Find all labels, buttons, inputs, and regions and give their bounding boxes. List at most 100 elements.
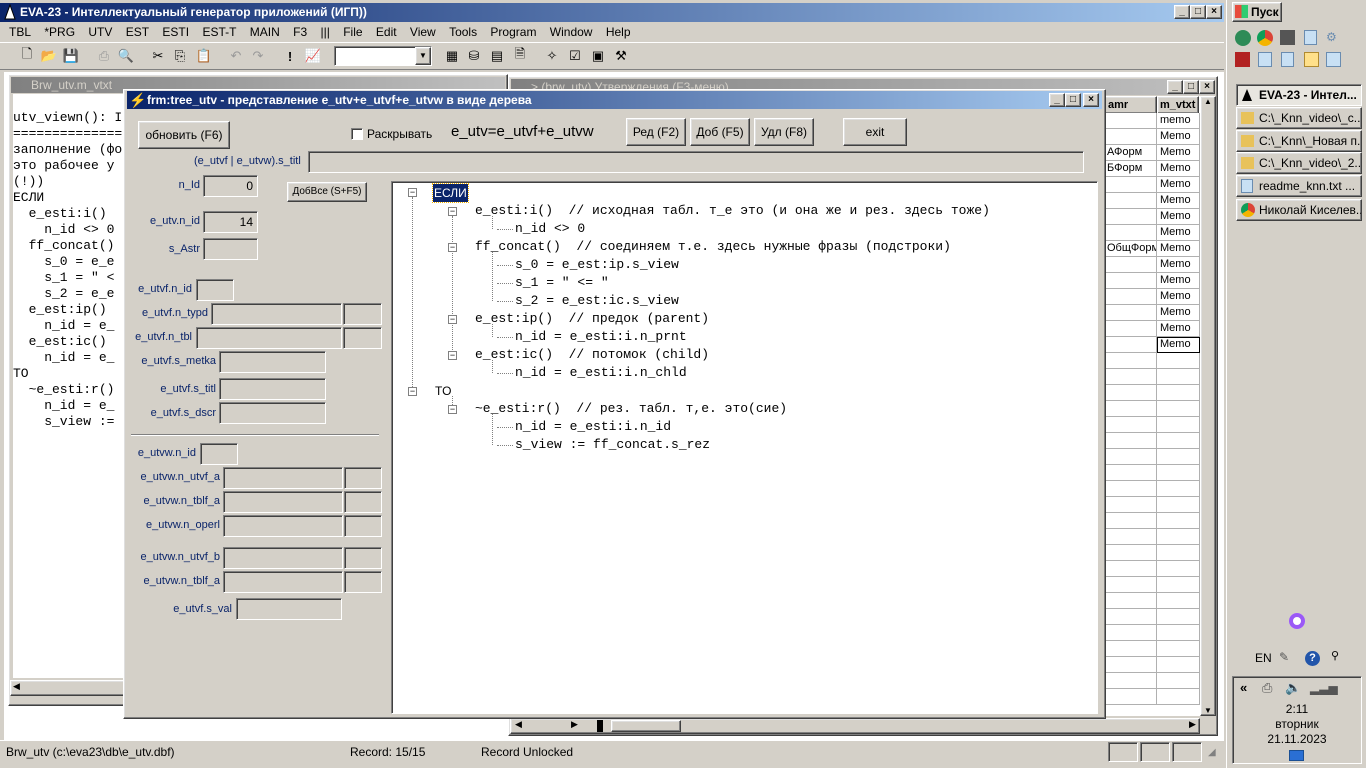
collapse-icon[interactable]: −	[408, 188, 417, 197]
cut-icon[interactable]: ✂	[147, 45, 169, 67]
menu-tools[interactable]: Tools	[444, 22, 482, 42]
quicklaunch-settings-icon[interactable]: ⚙	[1326, 30, 1341, 45]
chevron-right-icon[interactable]: ▶	[571, 719, 578, 730]
grid-cell-amr[interactable]	[1104, 273, 1157, 289]
utvf-s-val-field[interactable]	[236, 598, 342, 620]
tree-node-if[interactable]: ЕСЛИ	[432, 183, 469, 203]
utvf-n-tbl-extra[interactable]	[343, 327, 382, 349]
grid-cell-vtxt[interactable]: Memo	[1157, 273, 1200, 289]
collapse-icon[interactable]: −	[448, 351, 457, 360]
quicklaunch-browser-icon[interactable]	[1235, 30, 1251, 46]
grid-cell-empty[interactable]	[1157, 657, 1200, 673]
n-id-field[interactable]: 0	[203, 175, 258, 197]
grid-cell-empty[interactable]	[1104, 417, 1157, 433]
refresh-button[interactable]: обновить (F6)	[138, 121, 230, 149]
grid-header-amr[interactable]: amr	[1104, 96, 1157, 114]
grid-cell-empty[interactable]	[1157, 513, 1200, 529]
grid-cell-amr[interactable]	[1104, 129, 1157, 145]
tray-expand-icon[interactable]: «	[1240, 680, 1247, 695]
grid-vscrollbar[interactable]: ▲ ▼	[1200, 96, 1216, 716]
tree-node[interactable]: s_view := ff_concat.s_rez	[515, 436, 710, 454]
grid-cell-vtxt[interactable]: Memo	[1157, 161, 1200, 177]
database-icon[interactable]: ⛁	[463, 45, 485, 67]
grid-cell-vtxt[interactable]: Memo	[1157, 225, 1200, 241]
grid-cell-empty[interactable]	[1104, 529, 1157, 545]
grid-cell-empty[interactable]	[1104, 657, 1157, 673]
grid-cell-vtxt[interactable]: Memo	[1157, 321, 1200, 337]
close-icon[interactable]: ×	[1199, 80, 1215, 94]
utvw-n-id-field[interactable]	[200, 443, 238, 465]
grid-cell-amr[interactable]	[1104, 225, 1157, 241]
tree-view[interactable]	[391, 181, 1098, 714]
grid-cell-amr[interactable]: ОбщФорм	[1104, 241, 1157, 257]
utvw-n-tblf-a-extra[interactable]	[344, 491, 382, 513]
minimize-icon[interactable]: _	[1167, 80, 1183, 94]
grid-cell-vtxt[interactable]: Memo	[1157, 209, 1200, 225]
grid-cell-empty[interactable]	[1157, 689, 1200, 705]
grid-cell-vtxt[interactable]: Memo	[1157, 145, 1200, 161]
quicklaunch-calc-icon[interactable]	[1281, 52, 1294, 67]
grid-cell-vtxt[interactable]: Memo	[1157, 177, 1200, 193]
grid-cell-empty[interactable]	[1157, 481, 1200, 497]
grid-cell-empty[interactable]	[1157, 641, 1200, 657]
network-icon[interactable]: ▂▃▅	[1310, 681, 1338, 695]
grid-cell-empty[interactable]	[1104, 625, 1157, 641]
expand-checkbox[interactable]	[351, 128, 363, 140]
grid-cell-empty[interactable]	[1157, 593, 1200, 609]
grid-cell-empty[interactable]	[1104, 641, 1157, 657]
exit-button[interactable]: exit	[843, 118, 907, 146]
tree-node[interactable]: e_est:ic() // потомок (child)	[475, 346, 709, 364]
grid-cell-empty[interactable]	[1104, 673, 1157, 689]
quicklaunch-notes-icon[interactable]	[1304, 30, 1317, 45]
grid-hscrollbar[interactable]: ◀ ▶ ▶	[510, 718, 1200, 734]
menu-help[interactable]: Help	[601, 22, 636, 42]
grid-cell-vtxt[interactable]: Memo	[1157, 129, 1200, 145]
assistant-icon[interactable]	[1289, 613, 1305, 629]
language-indicator[interactable]: EN	[1255, 651, 1272, 665]
utvf-s-titl-field[interactable]	[219, 378, 326, 400]
s-astr-field[interactable]	[203, 238, 258, 260]
grid-cell-vtxt[interactable]: Memo	[1157, 337, 1200, 353]
chevron-right-icon[interactable]: ▶	[1189, 719, 1196, 730]
pin-icon[interactable]: ⚲	[1331, 649, 1339, 662]
app-titlebar[interactable]: EVA-23 - Интеллектуальный генератор прил…	[0, 3, 1224, 22]
grid-cell-empty[interactable]	[1104, 481, 1157, 497]
tree-node[interactable]: s_1 = " <= "	[515, 274, 609, 292]
volume-icon[interactable]: 🔈	[1285, 680, 1301, 696]
close-icon[interactable]: ×	[1083, 93, 1099, 107]
collapse-icon[interactable]: −	[448, 207, 457, 216]
chart-icon[interactable]: 📈	[302, 45, 324, 67]
grid-cell-empty[interactable]	[1157, 449, 1200, 465]
grid-cell-empty[interactable]	[1104, 609, 1157, 625]
clock-time[interactable]: 2:11	[1232, 702, 1362, 716]
tree-node[interactable]: ff_concat() // соединяем т.е. здесь нужн…	[475, 238, 951, 256]
menu-prg[interactable]: *PRG	[39, 22, 80, 42]
add-button[interactable]: Доб (F5)	[690, 118, 750, 146]
tree-node[interactable]: s_0 = e_est:ip.s_view	[515, 256, 679, 274]
utvf-n-tbl-field[interactable]	[196, 327, 342, 349]
quicklaunch-chrome-icon[interactable]	[1257, 30, 1273, 46]
utvf-n-id-field[interactable]	[196, 279, 234, 301]
grid-cell-empty[interactable]	[1104, 561, 1157, 577]
grid-cell-empty[interactable]	[1157, 609, 1200, 625]
chevron-up-icon[interactable]: ▲	[1204, 97, 1212, 106]
grid-cell-empty[interactable]	[1157, 561, 1200, 577]
tree-node[interactable]: ~e_esti:r() // рез. табл. т,е. это(сие)	[475, 400, 787, 418]
toolbar-combo[interactable]: ▼	[334, 46, 432, 66]
task-folder-2[interactable]: C:\_Knn\_Новая п...	[1236, 130, 1362, 152]
grid-cell-empty[interactable]	[1157, 545, 1200, 561]
grid-cell-amr[interactable]	[1104, 193, 1157, 209]
grid-cell-amr[interactable]	[1104, 209, 1157, 225]
redo-icon[interactable]: ↷	[247, 45, 269, 67]
menu-tbl[interactable]: TBL	[4, 22, 36, 42]
grid-cell-empty[interactable]	[1157, 353, 1200, 369]
tree-node[interactable]: e_est:ip() // предок (parent)	[475, 310, 709, 328]
tree-node-then[interactable]: TO	[435, 382, 451, 400]
task-eva23[interactable]: EVA-23 - Интел...	[1236, 84, 1362, 106]
grid-cell-empty[interactable]	[1104, 433, 1157, 449]
collapse-icon[interactable]: −	[408, 387, 417, 396]
collapse-icon[interactable]: −	[448, 243, 457, 252]
grid-cell-empty[interactable]	[1157, 417, 1200, 433]
add-all-button[interactable]: ДобВсе (S+F5)	[287, 182, 367, 202]
report-icon[interactable]: 🗎	[509, 45, 531, 67]
